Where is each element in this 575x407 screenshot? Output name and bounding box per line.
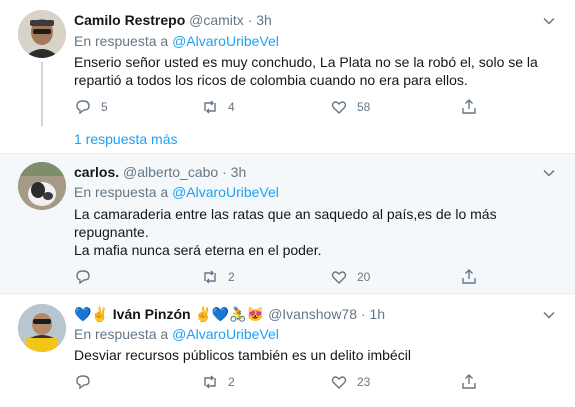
name-emoji-prefix: 💙✌ (74, 306, 109, 322)
retweet-count: 2 (228, 270, 235, 284)
share-icon (462, 99, 476, 114)
share-button[interactable] (460, 267, 478, 287)
tweet-header: carlos. @alberto_cabo · 3h (74, 164, 246, 180)
reply-count: 5 (101, 100, 108, 114)
avatar-image (18, 10, 66, 58)
tweet-text-line: Desviar recursos públicos también es un … (74, 347, 411, 363)
display-name[interactable]: Iván Pinzón (113, 306, 191, 322)
timestamp[interactable]: 3h (256, 12, 272, 28)
like-button[interactable]: 20 (330, 267, 370, 287)
avatar[interactable] (18, 10, 66, 58)
share-icon (462, 374, 476, 389)
thread-line (41, 62, 43, 126)
show-more-replies-link[interactable]: 1 respuesta más (74, 131, 178, 147)
avatar[interactable] (18, 162, 66, 210)
timestamp[interactable]: 1h (369, 306, 385, 322)
share-icon (462, 269, 476, 284)
reply-icon (76, 270, 90, 285)
reply-button[interactable] (74, 267, 92, 287)
reply-prefix: En respuesta a (74, 326, 169, 342)
tweet-header: 💙✌ Iván Pinzón ✌💙🚴😻 @Ivanshow78 · 1h (74, 306, 385, 323)
reply-context: En respuesta a @AlvaroUribeVel (74, 326, 279, 342)
retweet-button[interactable]: 4 (201, 97, 235, 117)
like-button[interactable]: 23 (330, 372, 370, 392)
avatar[interactable] (18, 304, 66, 352)
share-button[interactable] (460, 97, 478, 117)
retweet-icon (204, 375, 216, 389)
reply-mention-link[interactable]: @AlvaroUribeVel (172, 326, 279, 342)
retweet-button[interactable]: 2 (201, 267, 235, 287)
tweet-2[interactable]: carlos. @alberto_cabo · 3h En respuesta … (0, 154, 575, 293)
tweet-text-line: repartió a todos los ricos de colombia c… (74, 72, 468, 88)
tweet-actions: 2 23 (74, 372, 484, 392)
avatar-image (18, 304, 66, 352)
heart-icon (331, 376, 347, 389)
tweet-header: Camilo Restrepo @camitx · 3h (74, 12, 272, 28)
tweet-text-line: Enserio señor usted es muy conchudo, La … (74, 54, 538, 70)
retweet-icon (204, 100, 216, 114)
share-button[interactable] (460, 372, 478, 392)
like-count: 23 (357, 375, 371, 389)
reply-button[interactable] (74, 372, 92, 392)
reply-mention-link[interactable]: @AlvaroUribeVel (172, 33, 279, 49)
tweet-text: Enserio señor usted es muy conchudo, La … (74, 53, 554, 89)
retweet-button[interactable]: 2 (201, 372, 235, 392)
tweet-text: Desviar recursos públicos también es un … (74, 346, 554, 364)
tweet-3[interactable]: 💙✌ Iván Pinzón ✌💙🚴😻 @Ivanshow78 · 1h En … (0, 294, 575, 407)
chevron-down-icon[interactable] (543, 15, 555, 27)
retweet-icon (204, 270, 216, 284)
like-button[interactable]: 58 (330, 97, 370, 117)
user-handle[interactable]: @camitx (189, 12, 244, 28)
reply-context: En respuesta a @AlvaroUribeVel (74, 184, 279, 200)
separator-dot: · (222, 164, 227, 180)
reply-icon (76, 100, 90, 115)
like-count: 58 (357, 100, 371, 114)
retweet-count: 4 (228, 100, 235, 114)
tweet-actions: 5 4 58 (74, 97, 484, 117)
chevron-down-icon[interactable] (543, 167, 555, 179)
name-emoji-suffix: ✌💙🚴😻 (194, 306, 265, 322)
heart-icon (331, 101, 347, 114)
tweet-text-line: repugnante. (74, 224, 149, 240)
separator-dot: · (360, 306, 366, 322)
display-name[interactable]: carlos. (74, 164, 119, 180)
reply-prefix: En respuesta a (74, 33, 169, 49)
tweet-1[interactable]: Camilo Restrepo @camitx · 3h En respuest… (0, 0, 575, 153)
reply-prefix: En respuesta a (74, 184, 169, 200)
reply-mention-link[interactable]: @AlvaroUribeVel (172, 184, 279, 200)
tweet-actions: 2 20 (74, 267, 484, 287)
tweet-text-line: La camaraderia entre las ratas que an sa… (74, 206, 497, 222)
user-handle[interactable]: @alberto_cabo (123, 164, 218, 180)
timestamp[interactable]: 3h (231, 164, 247, 180)
user-handle[interactable]: @Ivanshow78 (268, 306, 357, 322)
heart-icon (331, 271, 347, 284)
like-count: 20 (357, 270, 371, 284)
reply-context: En respuesta a @AlvaroUribeVel (74, 33, 279, 49)
tweet-text: La camaraderia entre las ratas que an sa… (74, 205, 554, 259)
display-name[interactable]: Camilo Restrepo (74, 12, 185, 28)
reply-button[interactable]: 5 (74, 97, 108, 117)
reply-icon (76, 375, 90, 390)
avatar-image (18, 162, 66, 210)
retweet-count: 2 (228, 375, 235, 389)
chevron-down-icon[interactable] (543, 309, 555, 321)
separator-dot: · (247, 12, 253, 28)
tweet-text-line: La mafia nunca será eterna en el poder. (74, 242, 322, 258)
